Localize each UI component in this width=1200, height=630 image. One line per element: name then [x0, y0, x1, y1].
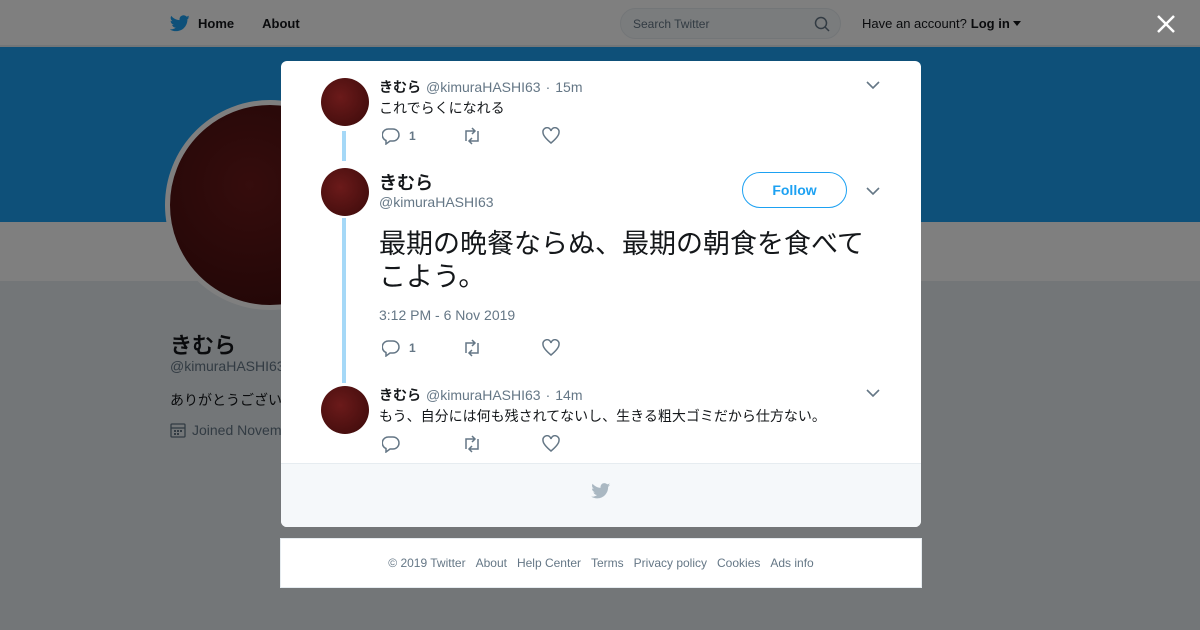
main-tweet-avatar[interactable] [321, 168, 369, 216]
like-button[interactable] [542, 339, 560, 357]
modal-footer [281, 463, 921, 527]
site-footer: © 2019 Twitter About Help Center Terms P… [280, 538, 922, 588]
reply-icon [382, 436, 400, 453]
thread-line [342, 218, 346, 383]
reply-button[interactable]: 1 [382, 339, 416, 357]
tweet-header: きむら @kimuraHASHI63 · 14m [379, 385, 582, 405]
like-icon [542, 435, 560, 452]
tweet-avatar[interactable] [321, 386, 369, 434]
retweet-icon [465, 339, 479, 357]
footer-link-cookies[interactable]: Cookies [717, 556, 760, 570]
footer-link-ads-info[interactable]: Ads info [770, 556, 813, 570]
reply-icon [382, 340, 400, 357]
tweet-text: もう、自分には何も残されてないし、生きる粗大ゴミだから仕方ない。 [379, 408, 826, 424]
main-tweet-author-name[interactable]: きむら [379, 169, 433, 195]
retweet-button[interactable] [462, 435, 482, 453]
retweet-button[interactable] [462, 127, 482, 145]
twitter-bird-icon [591, 483, 611, 499]
reply-count: 1 [409, 129, 416, 143]
tweet-modal: きむら @kimuraHASHI63 · 15m これでらくになれる 1 きむら… [281, 61, 921, 527]
tweet-actions: 1 [382, 127, 582, 145]
retweet-icon [465, 435, 479, 453]
like-button[interactable] [542, 127, 560, 145]
tweet-text: これでらくになれる [379, 100, 505, 116]
retweet-button[interactable] [462, 339, 482, 357]
tweet-author-handle[interactable]: @kimuraHASHI63 [426, 79, 541, 95]
follow-button[interactable]: Follow [742, 172, 847, 208]
like-icon [542, 127, 560, 144]
main-tweet-actions: 1 [382, 339, 582, 357]
footer-copyright: © 2019 Twitter [388, 556, 466, 570]
close-icon[interactable] [1152, 10, 1180, 38]
tweet-actions [382, 435, 582, 453]
thread-line [342, 131, 346, 161]
footer-link-help-center[interactable]: Help Center [517, 556, 581, 570]
tweet-author-name[interactable]: きむら [379, 385, 421, 405]
tweet-timestamp[interactable]: 15m [555, 79, 582, 95]
chevron-down-icon[interactable] [866, 186, 880, 196]
footer-link-privacy[interactable]: Privacy policy [634, 556, 707, 570]
main-tweet-text: 最期の晩餐ならぬ、最期の朝食を食べてこよう。 [379, 229, 864, 292]
like-button[interactable] [542, 435, 560, 453]
reply-button[interactable] [382, 435, 400, 453]
tweet-author-name[interactable]: きむら [379, 77, 421, 97]
tweet-separator: · [545, 387, 551, 403]
main-tweet-author-handle[interactable]: @kimuraHASHI63 [379, 194, 494, 210]
chevron-down-icon[interactable] [866, 388, 880, 398]
reply-count: 1 [409, 341, 416, 355]
reply-icon [382, 128, 400, 145]
tweet-timestamp[interactable]: 14m [555, 387, 582, 403]
footer-link-terms[interactable]: Terms [591, 556, 624, 570]
tweet-header: きむら @kimuraHASHI63 · 15m [379, 77, 582, 97]
like-icon [542, 339, 560, 356]
chevron-down-icon[interactable] [866, 80, 880, 90]
tweet-separator: · [545, 79, 551, 95]
retweet-icon [465, 127, 479, 145]
tweet-author-handle[interactable]: @kimuraHASHI63 [426, 387, 541, 403]
tweet-avatar[interactable] [321, 78, 369, 126]
reply-button[interactable]: 1 [382, 127, 416, 145]
footer-link-about[interactable]: About [476, 556, 507, 570]
main-tweet-date[interactable]: 3:12 PM - 6 Nov 2019 [379, 307, 515, 323]
